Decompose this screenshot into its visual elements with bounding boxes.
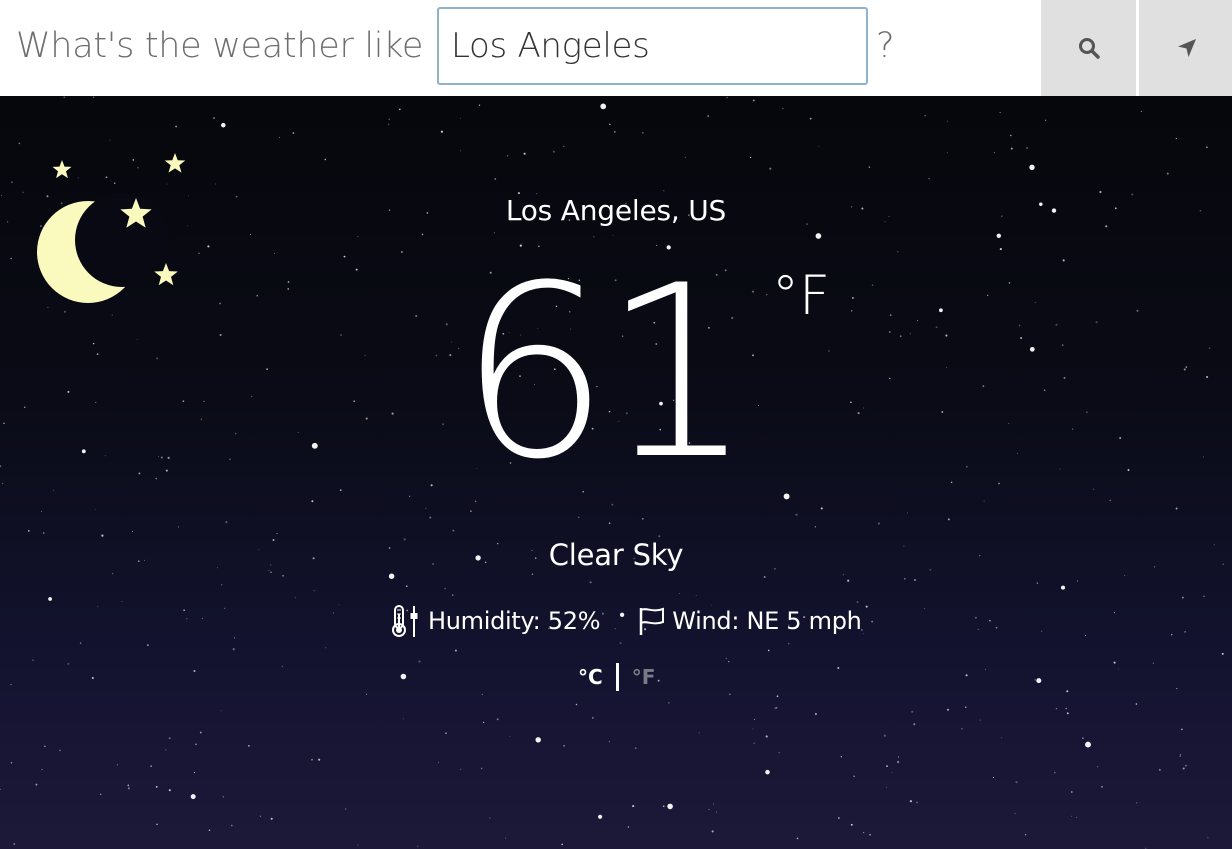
weather-details: Humidity: 52% Wind: NE 5 mph [390,601,862,641]
moon-stars-icon [37,153,186,303]
unit-divider [615,663,619,691]
search-button[interactable] [1041,0,1136,96]
location-arrow-icon [1177,39,1196,57]
search-prompt: What's the weather like in [16,26,466,66]
humidity-detail: Humidity: 52% [390,604,601,638]
location-label: Los Angeles, US [505,194,727,227]
wind-detail: Wind: NE 5 mph [638,606,862,636]
temperature-unit: °F [772,264,831,327]
celsius-toggle[interactable]: °C [578,665,603,689]
locate-button[interactable] [1139,0,1232,96]
fahrenheit-toggle[interactable]: °F [632,665,656,689]
city-input[interactable] [437,7,868,85]
flag-icon [639,607,665,635]
unit-toggle: °C °F [578,662,655,692]
search-icon [1078,38,1100,59]
wind-label: Wind: NE 5 mph [672,607,862,635]
weather-panel: Los Angeles, US 61 °F Clear Sky Humidity… [0,96,1232,849]
search-suffix: ? [876,26,895,66]
search-bar: What's the weather like in ? [0,0,1232,96]
condition-label: Clear Sky [548,538,684,572]
temperature-value: 61 [458,235,754,512]
thermometer-icon [392,605,418,637]
humidity-label: Humidity: 52% [428,607,601,635]
